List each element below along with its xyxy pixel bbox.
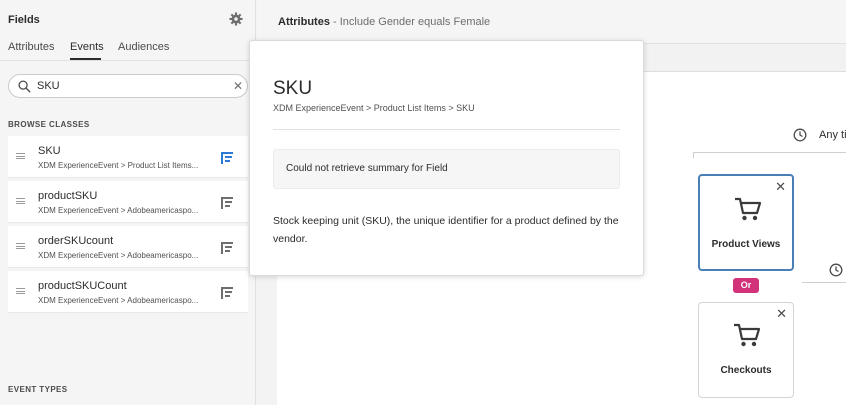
tree-structure-icon (221, 152, 233, 164)
event-card-checkouts[interactable]: ✕ Checkouts (698, 302, 794, 398)
field-name: productSKU (38, 190, 98, 202)
tree-structure-icon (221, 242, 233, 254)
clock-icon[interactable] (793, 128, 807, 142)
field-item-sku[interactable]: SKU XDM ExperienceEvent > Product List I… (8, 136, 248, 178)
tab-attributes[interactable]: Attributes (8, 41, 54, 53)
field-path: XDM ExperienceEvent > Adobeamericaspo... (38, 296, 199, 305)
tab-audiences[interactable]: Audiences (118, 41, 169, 53)
field-name: orderSKUcount (38, 235, 114, 247)
popover-title: SKU (273, 78, 313, 99)
fields-panel: Fields Attributes Events Audiences ✕ BRO… (0, 0, 256, 405)
event-card-label: Product Views (711, 239, 781, 250)
field-name: SKU (38, 145, 61, 157)
or-operator-badge[interactable]: Or (733, 278, 759, 293)
tree-structure-icon (221, 197, 233, 209)
summary-notice: Could not retrieve summary for Field (273, 149, 620, 189)
gear-icon[interactable] (229, 12, 243, 26)
drag-handle-icon[interactable] (16, 288, 25, 294)
browse-classes-label: BROWSE CLASSES (8, 120, 90, 129)
field-path: XDM ExperienceEvent > Adobeamericaspo... (38, 251, 199, 260)
panel-title: Fields (8, 14, 40, 26)
clear-search-icon[interactable]: ✕ (231, 78, 245, 94)
field-item-productskucount[interactable]: productSKUCount XDM ExperienceEvent > Ad… (8, 271, 248, 313)
cart-icon (735, 197, 762, 221)
sequence-bracket (802, 275, 846, 283)
field-name: productSKUCount (38, 280, 127, 292)
event-card-label: Checkouts (720, 365, 772, 376)
tab-divider (0, 60, 256, 61)
field-info-popover: SKU XDM ExperienceEvent > Product List I… (249, 40, 644, 276)
header-subtitle: - Include Gender equals Female (333, 16, 491, 28)
event-types-label: EVENT TYPES (8, 385, 68, 394)
event-card-product-views[interactable]: ✕ Product Views (698, 174, 794, 271)
tree-structure-icon (221, 287, 233, 299)
search-icon (18, 80, 31, 93)
drag-handle-icon[interactable] (16, 243, 25, 249)
summary-notice-text: Could not retrieve summary for Field (286, 163, 448, 174)
sequence-bracket (693, 152, 846, 158)
cart-icon (734, 323, 761, 347)
close-icon[interactable]: ✕ (775, 179, 786, 195)
page-title: Attributes - Include Gender equals Femal… (278, 16, 490, 28)
main-header: Attributes - Include Gender equals Femal… (257, 0, 846, 44)
field-description: Stock keeping unit (SKU), the unique ide… (273, 215, 619, 245)
close-icon[interactable]: ✕ (776, 306, 787, 322)
tab-events[interactable]: Events (70, 41, 104, 53)
field-item-orderskucount[interactable]: orderSKUcount XDM ExperienceEvent > Adob… (8, 226, 248, 268)
popover-path: XDM ExperienceEvent > Product List Items… (273, 103, 475, 113)
header-title: Attributes (278, 16, 330, 28)
drag-handle-icon[interactable] (16, 153, 25, 159)
field-path: XDM ExperienceEvent > Adobeamericaspo... (38, 206, 199, 215)
popover-divider (273, 129, 620, 130)
drag-handle-icon[interactable] (16, 198, 25, 204)
search-box: ✕ (8, 74, 248, 98)
time-constraint-label[interactable]: Any ti (819, 129, 846, 141)
field-item-productsku[interactable]: productSKU XDM ExperienceEvent > Adobeam… (8, 181, 248, 223)
field-path: XDM ExperienceEvent > Product List Items… (38, 161, 199, 170)
search-input[interactable] (37, 78, 227, 94)
